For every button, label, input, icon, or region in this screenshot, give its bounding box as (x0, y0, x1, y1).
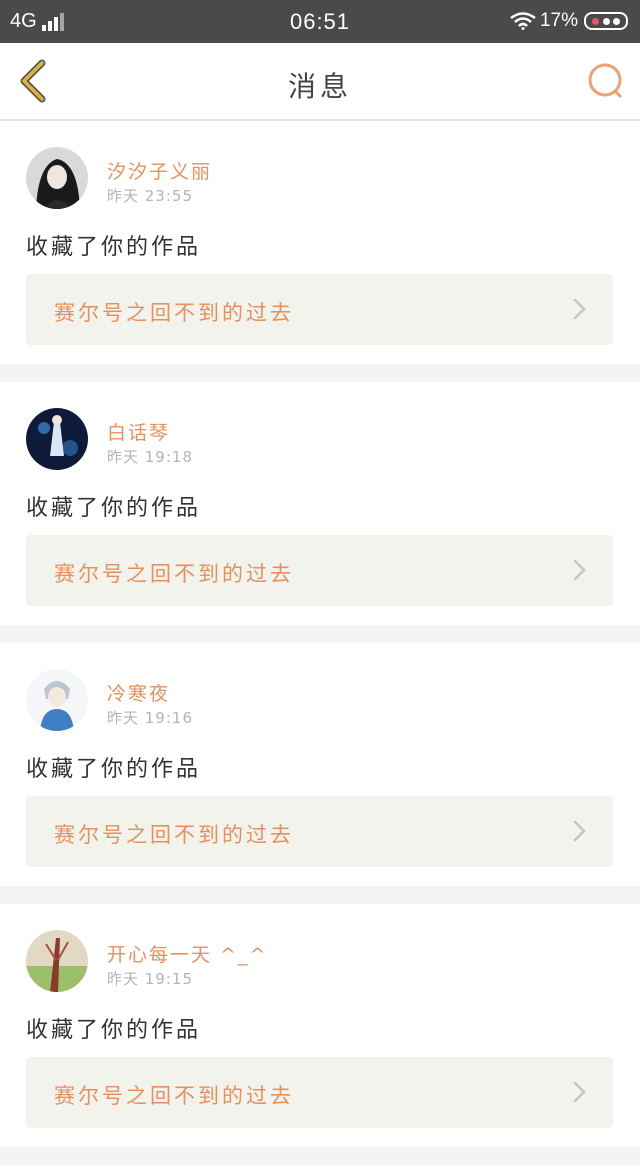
action-text: 收藏了你的作品 (26, 1018, 202, 1043)
status-bar: 4G 06:51 17% (0, 0, 640, 43)
timestamp: 昨天 19:18 (107, 448, 193, 466)
username[interactable]: 冷寒夜 (107, 679, 170, 706)
page-title: 消息 (287, 70, 352, 103)
timestamp: 昨天 19:15 (107, 970, 193, 988)
chevron-right-icon (573, 820, 586, 842)
work-title: 赛尔号之回不到的过去 (54, 823, 294, 847)
work-link[interactable]: 赛尔号之回不到的过去 (26, 274, 613, 345)
chevron-right-icon (573, 1081, 586, 1103)
wifi-icon (510, 12, 536, 30)
search-icon[interactable] (586, 61, 626, 101)
message-card: 开心每一天 ^_^ 昨天 19:15 收藏了你的作品 赛尔号之回不到的过去 (0, 904, 640, 1147)
work-title: 赛尔号之回不到的过去 (54, 1084, 294, 1108)
username[interactable]: 白话琴 (107, 418, 170, 445)
avatar[interactable] (26, 930, 88, 992)
avatar[interactable] (26, 408, 88, 470)
message-list: 汐汐子义丽 昨天 23:55 收藏了你的作品 赛尔号之回不到的过去 白话琴 昨天… (0, 121, 640, 1165)
battery-icon (584, 12, 628, 30)
message-card: 汐汐子义丽 昨天 23:55 收藏了你的作品 赛尔号之回不到的过去 (0, 121, 640, 364)
username[interactable]: 汐汐子义丽 (107, 157, 212, 184)
timestamp: 昨天 19:16 (107, 709, 193, 727)
username[interactable]: 开心每一天 ^_^ (107, 940, 267, 967)
work-title: 赛尔号之回不到的过去 (54, 562, 294, 586)
nav-bar: 消息 (0, 43, 640, 121)
action-text: 收藏了你的作品 (26, 235, 202, 260)
avatar[interactable] (26, 147, 88, 209)
chevron-right-icon (573, 559, 586, 581)
status-right: 17% (510, 10, 628, 32)
action-text: 收藏了你的作品 (26, 496, 202, 521)
avatar[interactable] (26, 669, 88, 731)
message-card: 白话琴 昨天 19:18 收藏了你的作品 赛尔号之回不到的过去 (0, 382, 640, 625)
work-link[interactable]: 赛尔号之回不到的过去 (26, 535, 613, 606)
message-card: 冷寒夜 昨天 19:16 收藏了你的作品 赛尔号之回不到的过去 (0, 643, 640, 886)
chevron-right-icon (573, 298, 586, 320)
battery-percent: 17% (539, 10, 578, 31)
timestamp: 昨天 23:55 (107, 187, 193, 205)
work-title: 赛尔号之回不到的过去 (54, 301, 294, 325)
action-text: 收藏了你的作品 (26, 757, 202, 782)
work-link[interactable]: 赛尔号之回不到的过去 (26, 796, 613, 867)
work-link[interactable]: 赛尔号之回不到的过去 (26, 1057, 613, 1128)
